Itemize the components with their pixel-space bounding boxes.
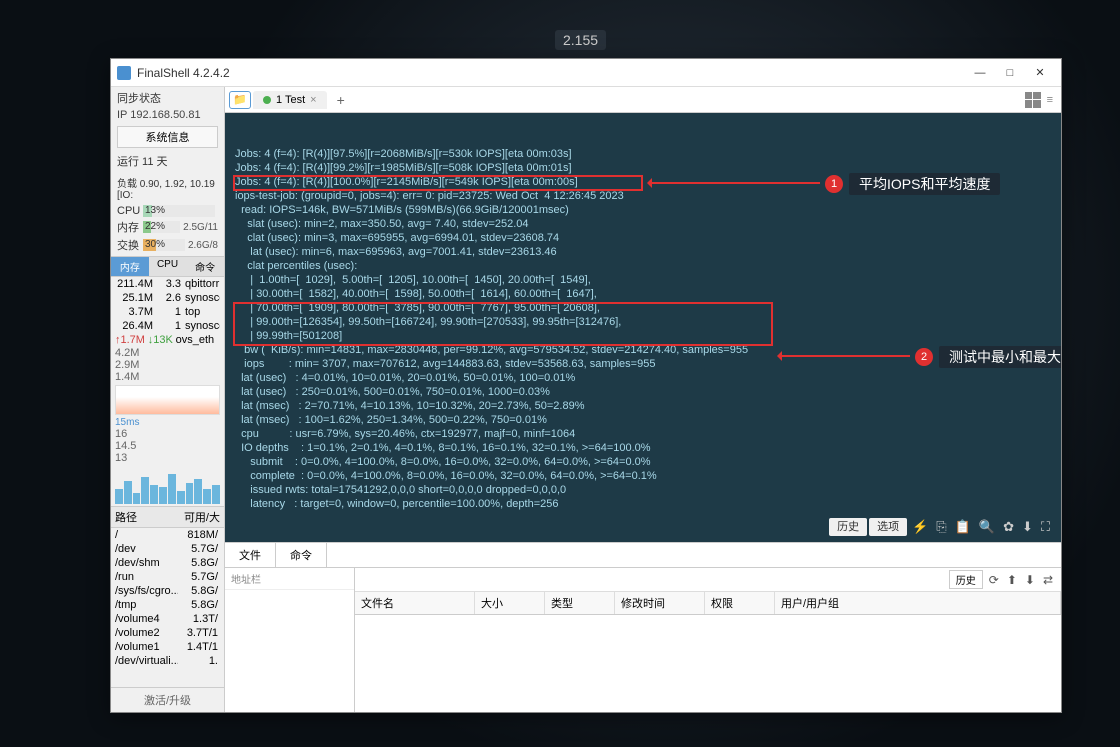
fs-row[interactable]: /volume23.7T/1	[111, 626, 224, 640]
proc-row[interactable]: 25.1M2.6synoscg	[111, 291, 224, 305]
paste-icon[interactable]: 📋	[952, 520, 974, 534]
main-area: 📁 1 Test × + ≡ Jobs: 4 (f=4): [R(4)][97.…	[225, 87, 1061, 712]
terminal-line: lat (usec): min=6, max=695963, avg=7001.…	[235, 245, 1051, 259]
new-tab-button[interactable]: +	[329, 92, 353, 108]
proc-tab-cpu[interactable]: CPU	[149, 257, 187, 276]
app-icon	[117, 66, 131, 80]
close-button[interactable]: ✕	[1025, 63, 1055, 83]
terminal-line: lat (msec) : 100=1.62%, 250=1.34%, 500=0…	[235, 413, 1051, 427]
file-history-button[interactable]: 历史	[949, 570, 983, 589]
fullscreen-icon[interactable]: ⛶	[1038, 520, 1053, 534]
swap-metric: 交换 30% 2.6G/8	[111, 236, 224, 254]
terminal-line: lat (usec) : 4=0.01%, 10=0.01%, 20=0.01%…	[235, 371, 1051, 385]
annotation-1: 1平均IOPS和平均速度	[825, 173, 1000, 195]
terminal-toolbar: 历史 选项 ⚡ ⎘ 📋 🔍 ✿ ⬇ ⛶	[829, 518, 1053, 536]
lower-tabs: 文件 命令	[225, 543, 1061, 568]
refresh-icon[interactable]: ⟳	[987, 573, 1001, 587]
titlebar[interactable]: FinalShell 4.2.4.2 — □ ✕	[111, 59, 1061, 87]
desktop-clock: 2.155	[555, 30, 606, 50]
grid-view-icon[interactable]	[1025, 92, 1041, 108]
terminal-line: latency : target=0, window=0, percentile…	[235, 497, 1051, 511]
lower-tab-cmd[interactable]: 命令	[276, 543, 327, 567]
ping-label: 15ms	[111, 417, 224, 428]
file-toolbar: 历史 ⟳ ⬆ ⬇ ⇄	[355, 568, 1061, 592]
annotation-2: 2测试中最小和最大值	[915, 346, 1061, 368]
lightning-icon[interactable]: ⚡	[909, 520, 931, 534]
list-view-icon[interactable]: ≡	[1043, 94, 1057, 106]
search-icon[interactable]: 🔍	[976, 520, 998, 534]
proc-row[interactable]: 3.7M1top	[111, 305, 224, 319]
tab-test[interactable]: 1 Test ×	[253, 91, 327, 109]
app-window: FinalShell 4.2.4.2 — □ ✕ 同步状态 IP 192.168…	[110, 58, 1062, 713]
download-icon[interactable]: ⬇	[1019, 520, 1036, 534]
annotation-arrow-1	[650, 182, 820, 184]
annotation-arrow-2	[780, 355, 910, 357]
address-label: 地址栏	[225, 568, 354, 590]
minimize-button[interactable]: —	[965, 63, 995, 83]
upgrade-button[interactable]: 激活/升级	[111, 687, 224, 712]
transfer-icon[interactable]: ⇄	[1041, 573, 1055, 587]
download-icon-2[interactable]: ⬇	[1023, 573, 1037, 587]
sidebar: 同步状态 IP 192.168.50.81 系统信息 运行 11 天 负载 0.…	[111, 87, 225, 712]
file-table-header: 文件名 大小 类型 修改时间 权限 用户/用户组	[355, 592, 1061, 615]
terminal-line: clat (usec): min=3, max=695955, avg=6994…	[235, 231, 1051, 245]
window-title: FinalShell 4.2.4.2	[137, 66, 965, 80]
file-column: 历史 ⟳ ⬆ ⬇ ⇄ 文件名 大小 类型 修改时间 权限 用户/用户	[355, 568, 1061, 712]
terminal-line: | 1.00th=[ 1029], 5.00th=[ 1205], 10.00t…	[235, 273, 1051, 287]
fs-row[interactable]: /dev/shm5.8G/	[111, 556, 224, 570]
terminal-line: complete : 0=0.0%, 4=100.0%, 8=0.0%, 16=…	[235, 469, 1051, 483]
terminal-line: clat percentiles (usec):	[235, 259, 1051, 273]
mem-metric: 内存 22% 2.5G/11	[111, 218, 224, 236]
sync-status-label: 同步状态	[111, 87, 224, 109]
proc-row[interactable]: 211.4M3.3qbittorr	[111, 277, 224, 291]
terminal-line: | 30.00th=[ 1582], 40.00th=[ 1598], 50.0…	[235, 287, 1051, 301]
terminal-line: lat (usec) : 250=0.01%, 500=0.01%, 750=0…	[235, 385, 1051, 399]
term-history-button[interactable]: 历史	[829, 518, 867, 536]
terminal-line: lat (msec) : 2=70.71%, 4=10.13%, 10=10.3…	[235, 399, 1051, 413]
terminal-line: Jobs: 4 (f=4): [R(4)][97.5%][r=2068MiB/s…	[235, 147, 1051, 161]
terminal-line: submit : 0=0.0%, 4=100.0%, 8=0.0%, 16=0.…	[235, 455, 1051, 469]
load-label: 负载 0.90, 1.92, 10.19 [IO:	[111, 172, 224, 204]
terminal-line: IO depths : 1=0.1%, 2=0.1%, 4=0.1%, 8=0.…	[235, 441, 1051, 455]
fs-row[interactable]: /dev/virtuali...1.	[111, 654, 224, 668]
terminal-line: issued rwts: total=17541292,0,0,0 short=…	[235, 483, 1051, 497]
copy-icon[interactable]: ⎘	[933, 520, 949, 534]
address-column: 地址栏	[225, 568, 355, 712]
annotation-box-1	[233, 175, 643, 191]
net-row: ↑1.7M ↓13K ovs_eth	[111, 333, 224, 347]
tab-close-icon[interactable]: ×	[310, 94, 316, 106]
proc-tabs[interactable]: 内存 CPU 命令	[111, 256, 224, 277]
ping-chart	[115, 466, 220, 504]
fs-row[interactable]: /volume41.3T/	[111, 612, 224, 626]
fs-row[interactable]: /sys/fs/cgro...5.8G/	[111, 584, 224, 598]
settings-icon[interactable]: ✿	[1000, 520, 1017, 534]
proc-tab-mem[interactable]: 内存	[111, 257, 149, 276]
terminal-line: cpu : usr=6.79%, sys=20.46%, ctx=192977,…	[235, 427, 1051, 441]
term-options-button[interactable]: 选项	[869, 518, 907, 536]
status-dot-icon	[263, 96, 271, 104]
proc-row[interactable]: 26.4M1synoscg	[111, 319, 224, 333]
system-info-button[interactable]: 系统信息	[117, 126, 218, 148]
net-chart	[115, 385, 220, 415]
proc-tab-cmd[interactable]: 命令	[186, 257, 224, 276]
upload-icon[interactable]: ⬆	[1005, 573, 1019, 587]
terminal[interactable]: Jobs: 4 (f=4): [R(4)][97.5%][r=2068MiB/s…	[225, 113, 1061, 542]
uptime-label: 运行 11 天	[111, 150, 224, 172]
ip-label: IP 192.168.50.81	[111, 109, 224, 124]
fs-row[interactable]: /volume11.4T/1	[111, 640, 224, 654]
folder-icon[interactable]: 📁	[229, 91, 251, 109]
fs-row[interactable]: /818M/	[111, 528, 224, 542]
maximize-button[interactable]: □	[995, 63, 1025, 83]
lower-panel: 文件 命令 地址栏 历史 ⟳ ⬆ ⬇ ⇄	[225, 542, 1061, 712]
fs-row[interactable]: /dev5.7G/	[111, 542, 224, 556]
tab-bar: 📁 1 Test × + ≡	[225, 87, 1061, 113]
fs-row[interactable]: /run5.7G/	[111, 570, 224, 584]
cpu-metric: CPU 13%	[111, 204, 224, 218]
terminal-line: slat (usec): min=2, max=350.50, avg= 7.4…	[235, 217, 1051, 231]
fs-row[interactable]: /tmp5.8G/	[111, 598, 224, 612]
annotation-box-2	[233, 302, 773, 346]
lower-tab-files[interactable]: 文件	[225, 543, 276, 567]
fs-header: 路径可用/大	[111, 506, 224, 528]
terminal-line: read: IOPS=146k, BW=571MiB/s (599MB/s)(6…	[235, 203, 1051, 217]
